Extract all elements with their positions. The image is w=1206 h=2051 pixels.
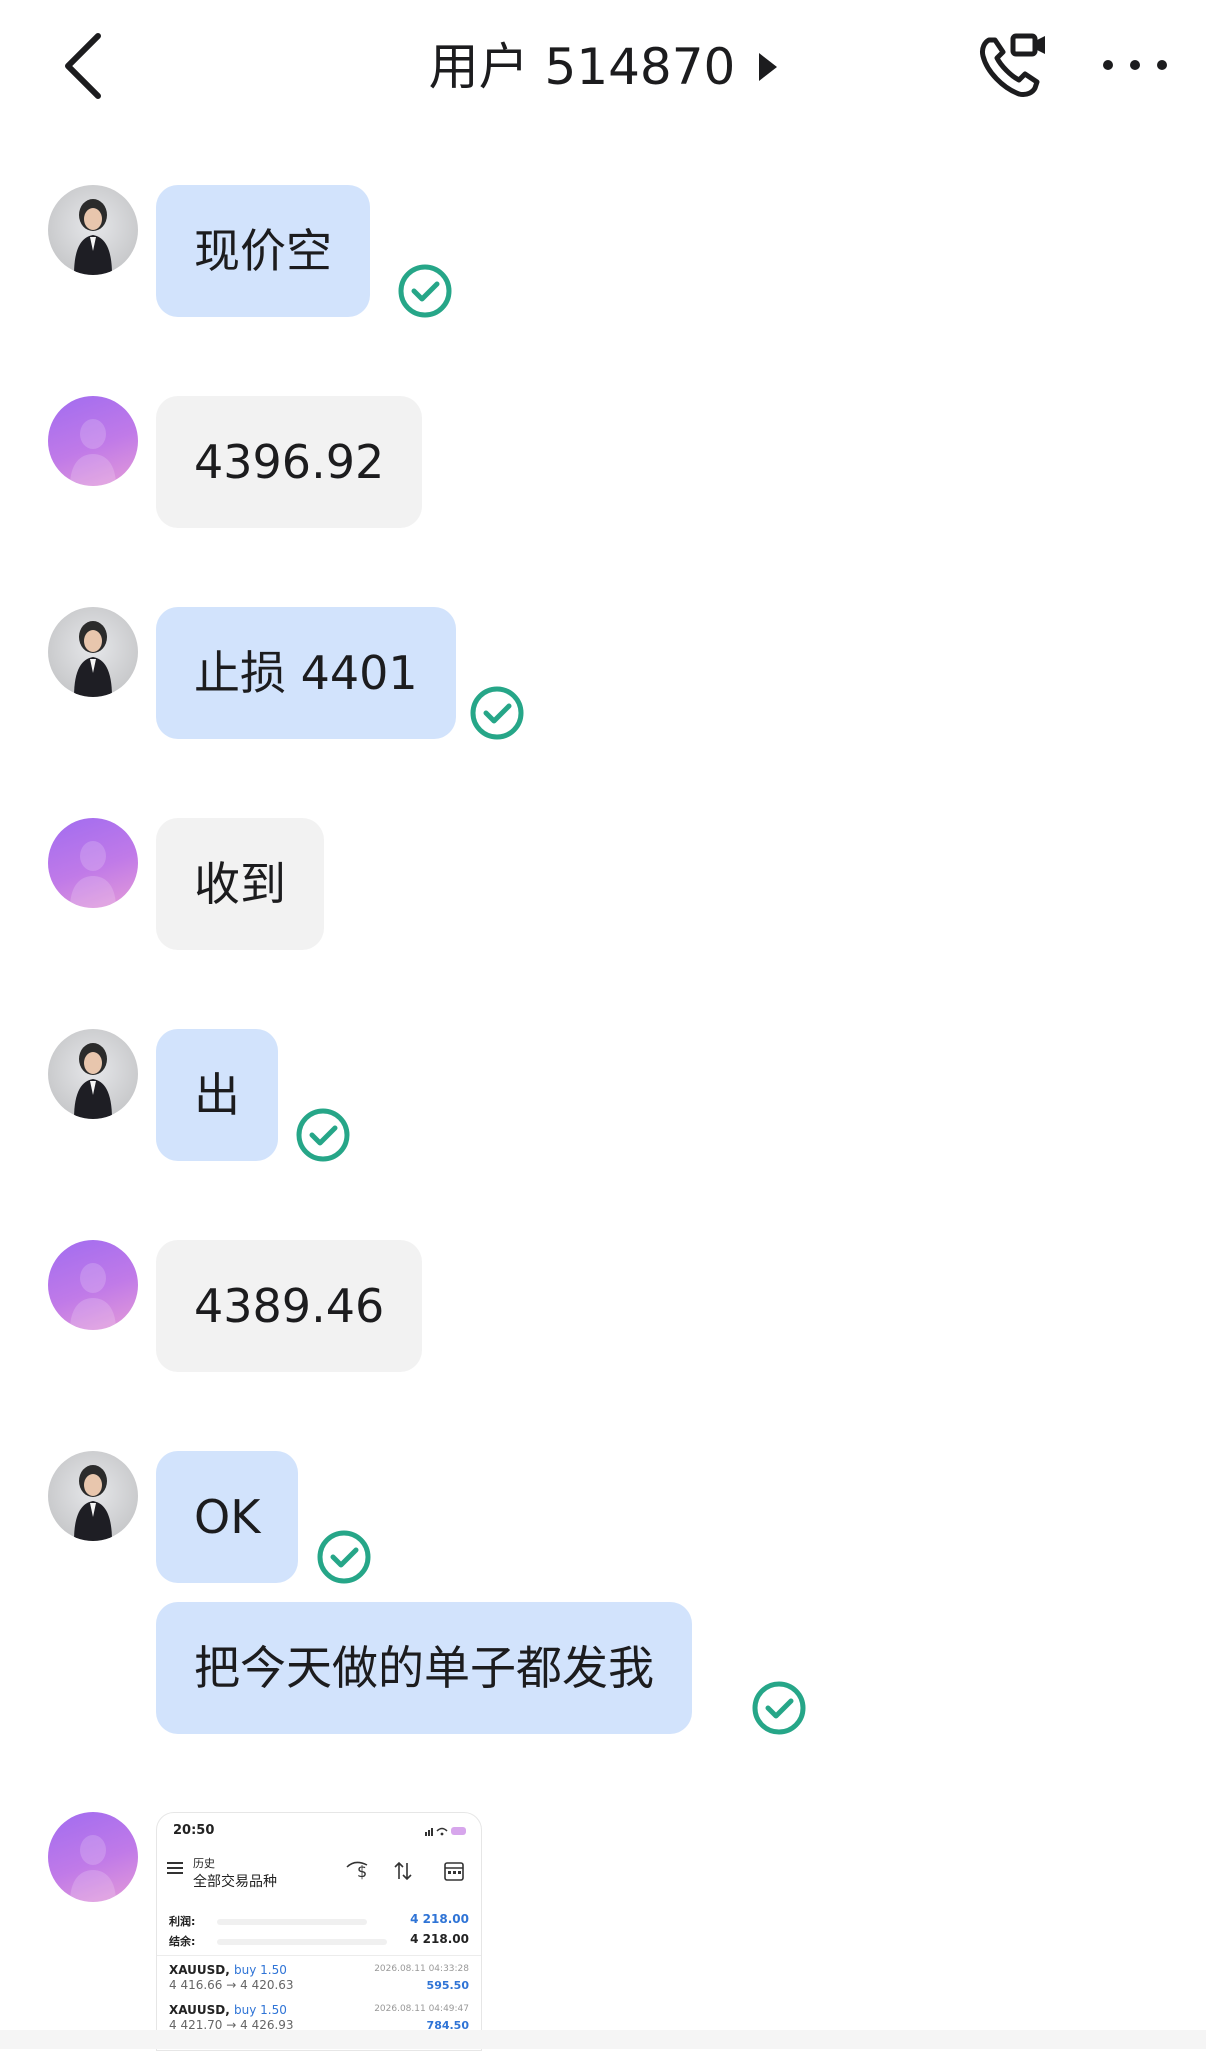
divider: [157, 1955, 481, 1956]
message-bubble[interactable]: 止损 4401: [156, 607, 456, 739]
preview-toolbar-icons: $: [346, 1861, 464, 1881]
trade-symbol: XAUUSD,: [169, 1963, 230, 1977]
trade-symbol: XAUUSD,: [169, 2003, 230, 2017]
message-bubble[interactable]: OK: [156, 1451, 299, 1583]
agent-avatar[interactable]: [48, 1029, 138, 1119]
trade-side: buy 1.50: [234, 2003, 287, 2017]
chat-title: 用户 514870: [428, 38, 736, 96]
trade-row: XAUUSD, buy 1.50 4 416.66 → 4 420.63 202…: [169, 1963, 469, 1999]
user-avatar[interactable]: [48, 396, 138, 486]
image-message[interactable]: 20:50 历史 全部交易品种 $ 利润: 4 218.00 结余: 4 218…: [156, 1812, 482, 2051]
trade-profit: 595.50: [426, 1979, 469, 1992]
agent-avatar[interactable]: [48, 607, 138, 697]
menu-icon: [167, 1862, 183, 1874]
more-dots-icon[interactable]: [1100, 50, 1170, 80]
status-bar-icons: [425, 1827, 466, 1836]
read-check-icon: [296, 1108, 350, 1162]
message-bubble[interactable]: 4389.46: [156, 1240, 423, 1372]
trade-side: buy 1.50: [234, 1963, 287, 1977]
preview-filter-label: 全部交易品种: [193, 1874, 277, 1890]
preview-balance-value: 4 218.00: [410, 1932, 469, 1946]
user-avatar[interactable]: [48, 818, 138, 908]
trade-datetime: 2026.08.11 04:33:28: [374, 1964, 469, 1974]
read-check-icon: [317, 1530, 371, 1584]
caret-right-icon: [759, 52, 778, 81]
chat-header: 用户 514870: [0, 0, 1206, 130]
user-avatar[interactable]: [48, 1812, 138, 1902]
preview-profit-label: 利润:: [169, 1915, 196, 1928]
user-avatar[interactable]: [48, 1240, 138, 1330]
message-bubble[interactable]: 把今天做的单子都发我: [156, 1602, 692, 1734]
trade-datetime: 2026.08.11 04:49:47: [374, 2004, 469, 2014]
read-check-icon: [398, 264, 452, 318]
agent-avatar[interactable]: [48, 185, 138, 275]
preview-profit-value: 4 218.00: [410, 1912, 469, 1926]
message-bubble[interactable]: 现价空: [156, 185, 370, 317]
blurred-text: [217, 1919, 367, 1925]
read-check-icon: [752, 1681, 806, 1735]
preview-history-label: 历史: [193, 1857, 215, 1870]
trade-prices: 4 416.66 → 4 420.63: [169, 1978, 294, 1992]
preview-time: 20:50: [173, 1823, 215, 1838]
agent-avatar[interactable]: [48, 1451, 138, 1541]
bottom-bar: [0, 2030, 1206, 2049]
blurred-text: [217, 1939, 387, 1945]
message-bubble[interactable]: 出: [156, 1029, 278, 1161]
read-check-icon: [470, 686, 524, 740]
message-bubble[interactable]: 收到: [156, 818, 324, 950]
preview-balance-label: 结余:: [169, 1935, 196, 1948]
phone-video-icon[interactable]: [975, 30, 1050, 102]
message-bubble[interactable]: 4396.92: [156, 396, 423, 528]
